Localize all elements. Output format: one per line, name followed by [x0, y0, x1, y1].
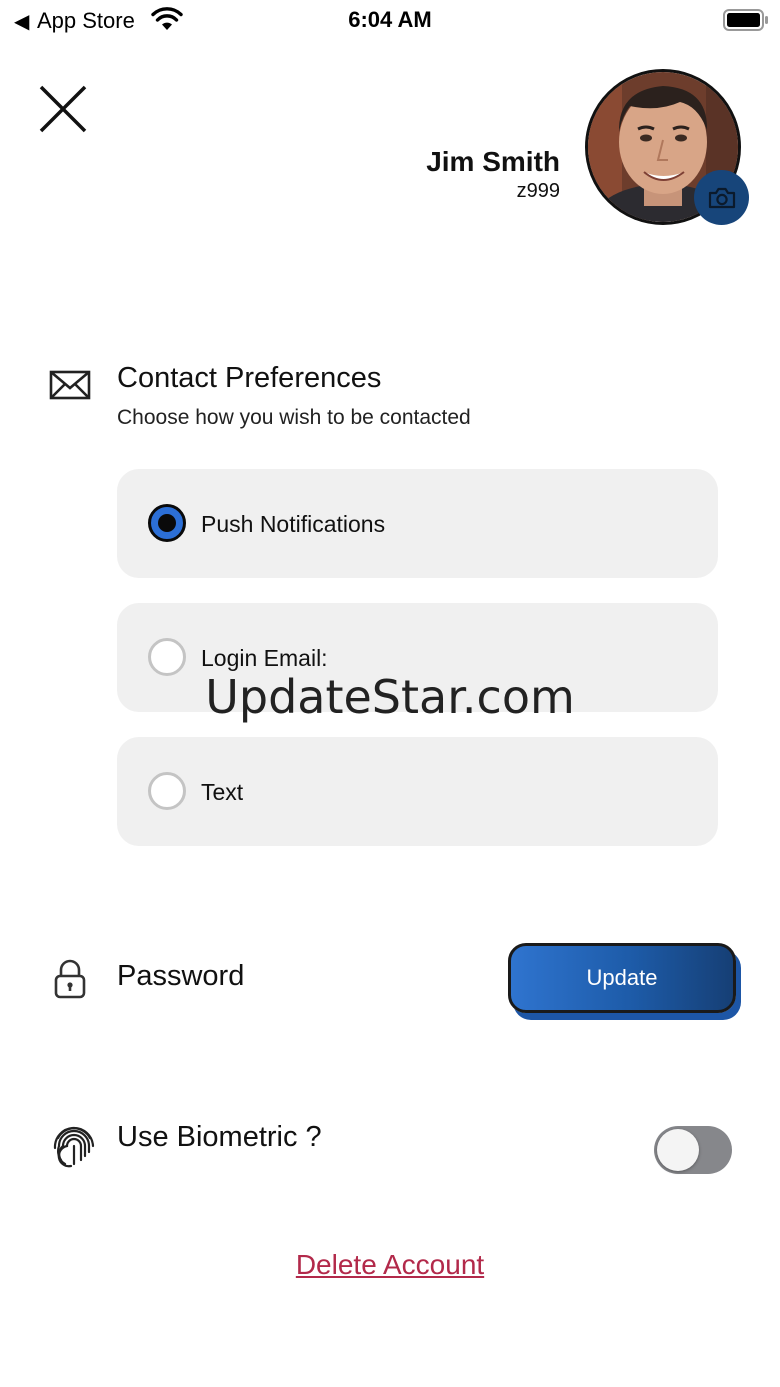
biometric-toggle[interactable] [654, 1126, 732, 1174]
lock-icon [54, 959, 86, 999]
option-login-email[interactable]: Login Email: [117, 603, 718, 712]
password-label: Password [117, 960, 245, 992]
radio-unselected[interactable] [148, 638, 186, 676]
radio-selected[interactable] [148, 504, 186, 542]
user-name: Jim Smith [426, 146, 560, 177]
radio-unselected[interactable] [148, 772, 186, 810]
user-id: z999 [516, 180, 560, 202]
biometric-label: Use Biometric ? [117, 1121, 322, 1153]
envelope-icon [49, 370, 91, 400]
fingerprint-icon [53, 1126, 95, 1168]
close-icon[interactable] [34, 80, 92, 138]
contact-preferences-subtitle: Choose how you wish to be contacted [117, 406, 471, 429]
status-bar: ◀ App Store 6:04 AM [0, 0, 780, 44]
option-label: Login Email: [201, 645, 328, 671]
option-push-notifications[interactable]: Push Notifications [117, 469, 718, 578]
delete-account-link[interactable]: Delete Account [0, 1249, 780, 1281]
camera-icon [708, 187, 735, 208]
option-text[interactable]: Text [117, 737, 718, 846]
option-label: Push Notifications [201, 511, 386, 537]
clock: 6:04 AM [348, 7, 432, 32]
toggle-knob [657, 1129, 699, 1171]
update-password-button[interactable]: Update [508, 943, 736, 1013]
contact-preferences-title: Contact Preferences [117, 362, 382, 394]
change-photo-button[interactable] [694, 170, 749, 225]
battery-icon [723, 9, 768, 31]
option-label: Text [201, 779, 244, 805]
